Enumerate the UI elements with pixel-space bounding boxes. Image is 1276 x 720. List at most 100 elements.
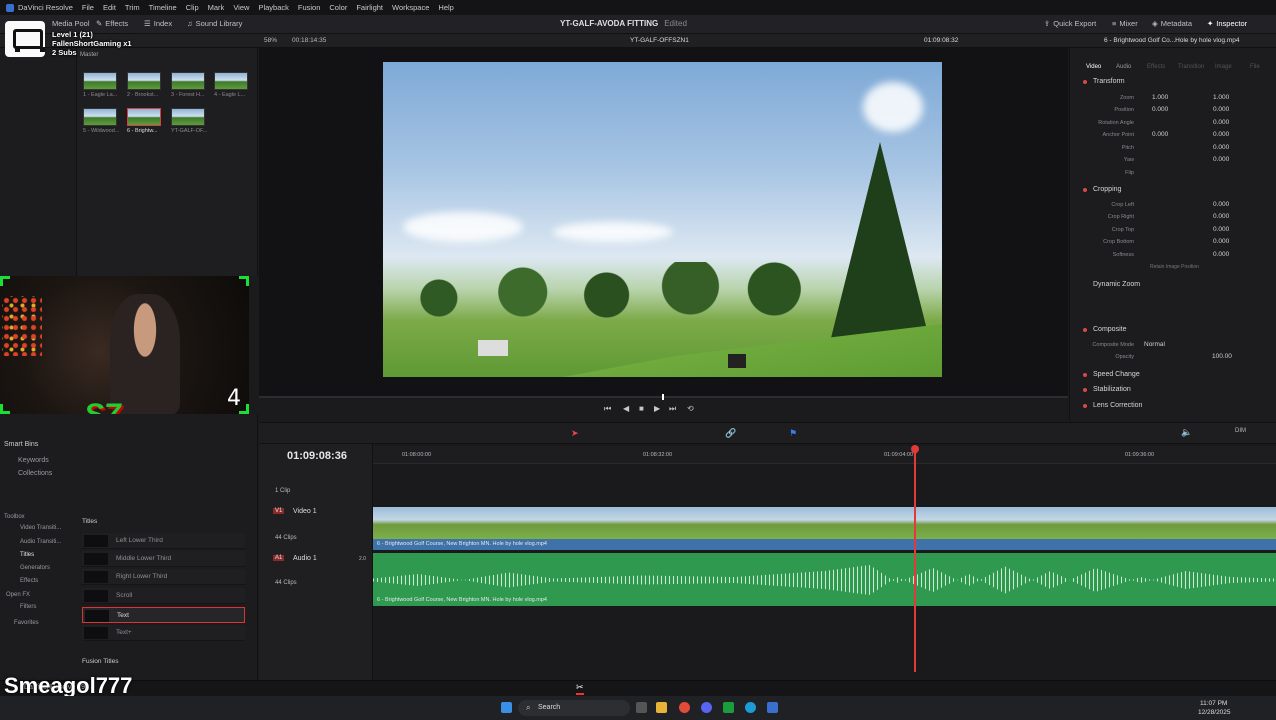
fx-tree-openfx[interactable]: Open FX	[6, 592, 30, 598]
inspector-tab-image[interactable]: Image	[1215, 64, 1232, 70]
inspector-tab-transition[interactable]: Transition	[1178, 64, 1204, 70]
timeline-thumbnail[interactable]	[171, 108, 205, 126]
inspector-tab-file[interactable]: File	[1250, 64, 1260, 70]
title-item-scroll[interactable]: Scroll	[82, 588, 245, 604]
fx-tree-effects[interactable]: Effects	[20, 578, 38, 584]
cropping-header[interactable]: Cropping	[1093, 186, 1121, 193]
speed-change-header[interactable]: Speed Change	[1093, 371, 1140, 378]
fx-favorites[interactable]: Favorites	[14, 620, 39, 626]
clip-thumbnail-selected[interactable]	[127, 108, 161, 126]
menu-trim[interactable]: Trim	[125, 3, 140, 12]
video-clip-bar[interactable]: 6 - Brightwood Golf Course, New Brighton…	[373, 539, 1276, 550]
mixer-button[interactable]: ≡ Mixer	[1112, 19, 1138, 28]
cropping-enable-dot[interactable]	[1083, 188, 1087, 192]
menu-playback[interactable]: Playback	[258, 3, 288, 12]
edge-icon[interactable]	[745, 702, 756, 713]
audio-clip[interactable]: 6 - Brightwood Golf Course, New Brighton…	[373, 553, 1276, 606]
title-item-middle-lower-third[interactable]: Middle Lower Third	[82, 551, 245, 567]
composite-header[interactable]: Composite	[1093, 326, 1126, 333]
timeline-selector[interactable]: YT-GALF-OFFSZN1	[630, 37, 689, 44]
rotation-value[interactable]: 0.000	[1213, 119, 1229, 126]
timeline-playhead[interactable]	[914, 446, 916, 672]
clip-thumbnail[interactable]	[83, 72, 117, 90]
video-clip-strip[interactable]	[373, 507, 1276, 539]
v1-track-label[interactable]: V1	[273, 508, 285, 514]
softness-value[interactable]: 0.000	[1213, 251, 1229, 258]
index-button[interactable]: ☰ Index	[144, 19, 172, 28]
clip-thumbnail[interactable]	[127, 72, 161, 90]
selection-tool-icon[interactable]: ➤	[571, 428, 579, 439]
quick-export-button[interactable]: ⇪ Quick Export	[1044, 19, 1096, 28]
menu-view[interactable]: View	[233, 3, 249, 12]
clip-thumbnail[interactable]	[214, 72, 248, 90]
inspector-tab-audio[interactable]: Audio	[1116, 64, 1131, 70]
media-pool-button[interactable]: Media Pool	[52, 19, 90, 28]
taskbar-search[interactable]: ⌕ Search	[518, 700, 630, 716]
effects-button[interactable]: ✎ Effects	[96, 19, 128, 28]
zoom-x-value[interactable]: 1.000	[1152, 94, 1168, 101]
retain-image-position[interactable]: Retain Image Position	[1150, 264, 1199, 270]
stabilization-dot[interactable]	[1083, 388, 1087, 392]
inspector-tab-video[interactable]: Video	[1086, 64, 1101, 70]
volume-icon[interactable]: 🔈	[1181, 427, 1192, 438]
fx-tree-audio-transitions[interactable]: Audio Transiti...	[20, 539, 61, 545]
file-explorer-icon[interactable]	[656, 702, 667, 713]
menu-app[interactable]: DaVinci Resolve	[18, 3, 73, 12]
v1-track-name[interactable]: Video 1	[293, 508, 317, 515]
fx-tree-generators[interactable]: Generators	[20, 565, 50, 571]
link-icon[interactable]: 🔗	[725, 428, 736, 439]
a1-track-name[interactable]: Audio 1	[293, 555, 317, 562]
crop-top-value[interactable]: 0.000	[1213, 226, 1229, 233]
title-item-right-lower-third[interactable]: Right Lower Third	[82, 569, 245, 585]
lens-correction-dot[interactable]	[1083, 404, 1087, 408]
inspector-button[interactable]: ✦ Inspector	[1207, 19, 1247, 28]
transform-enable-dot[interactable]	[1083, 80, 1087, 84]
fx-tree-titles[interactable]: Titles	[20, 552, 34, 558]
master-bin-label[interactable]: Master	[80, 52, 98, 58]
menu-fairlight[interactable]: Fairlight	[356, 3, 383, 12]
dynamic-zoom-header[interactable]: Dynamic Zoom	[1093, 281, 1140, 288]
viewer-zoom[interactable]: 58%	[264, 37, 277, 44]
menu-edit[interactable]: Edit	[103, 3, 116, 12]
composite-enable-dot[interactable]	[1083, 328, 1087, 332]
audio-meter-label[interactable]: DIM	[1235, 428, 1246, 434]
composite-mode-select[interactable]: Normal	[1144, 341, 1165, 348]
go-to-start-icon[interactable]: ⏮	[604, 404, 611, 414]
menu-clip[interactable]: Clip	[186, 3, 199, 12]
clip-thumbnail[interactable]	[171, 72, 205, 90]
edit-page-icon[interactable]: ✂	[576, 682, 584, 695]
fx-tree-filters[interactable]: Filters	[20, 604, 36, 610]
crop-bottom-value[interactable]: 0.000	[1213, 238, 1229, 245]
yaw-value[interactable]: 0.000	[1213, 156, 1229, 163]
menu-mark[interactable]: Mark	[208, 3, 225, 12]
resolve-taskbar-icon[interactable]	[767, 702, 778, 713]
metadata-button[interactable]: ◈ Metadata	[1152, 19, 1192, 28]
a1-track-label[interactable]: A1	[273, 555, 285, 561]
menu-file[interactable]: File	[82, 3, 94, 12]
play-reverse-icon[interactable]: ◀	[623, 404, 629, 413]
scrubber-playhead[interactable]	[662, 394, 664, 400]
flag-icon[interactable]: ⚑	[789, 428, 797, 439]
menu-timeline[interactable]: Timeline	[149, 3, 177, 12]
go-to-end-icon[interactable]: ⏭	[669, 404, 676, 414]
fx-tree-toolbox[interactable]: Toolbox	[4, 514, 25, 520]
windows-start-icon[interactable]	[501, 702, 512, 713]
play-icon[interactable]: ▶	[654, 404, 660, 413]
title-item-text-plus[interactable]: Text+	[82, 625, 245, 641]
zoom-y-value[interactable]: 1.000	[1213, 94, 1229, 101]
clip-thumbnail[interactable]	[83, 108, 117, 126]
crop-left-value[interactable]: 0.000	[1213, 201, 1229, 208]
crop-right-value[interactable]: 0.000	[1213, 213, 1229, 220]
anchor-y-value[interactable]: 0.000	[1213, 131, 1229, 138]
position-x-value[interactable]: 0.000	[1152, 106, 1168, 113]
menu-help[interactable]: Help	[438, 3, 453, 12]
timeline-timecode[interactable]: 01:09:08:36	[287, 450, 347, 462]
menu-fusion[interactable]: Fusion	[298, 3, 321, 12]
opacity-value[interactable]: 100.00	[1212, 353, 1232, 360]
lens-correction-header[interactable]: Lens Correction	[1093, 402, 1142, 409]
stop-icon[interactable]: ■	[639, 404, 644, 413]
title-item-text-selected[interactable]: Text	[82, 607, 245, 623]
chrome-icon[interactable]	[679, 702, 690, 713]
smart-bin-keywords[interactable]: Keywords	[18, 457, 49, 464]
position-y-value[interactable]: 0.000	[1213, 106, 1229, 113]
